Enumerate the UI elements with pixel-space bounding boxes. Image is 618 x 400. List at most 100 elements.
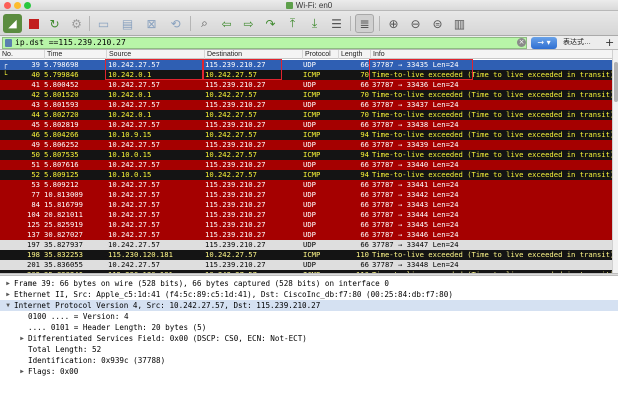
packet-row[interactable]: 43 5.801593 10.242.27.57 115.239.210.27 UDP 6… (0, 100, 612, 110)
detail-tree-item[interactable]: 0100 .... = Version: 4 (0, 311, 618, 322)
packet-list-scrollbar[interactable] (612, 50, 618, 273)
cell-proto: ICMP (303, 170, 321, 179)
scrollbar-thumb[interactable] (614, 62, 618, 102)
close-file-icon[interactable]: ⊠ (142, 14, 161, 33)
reload-file-icon[interactable]: ⟲ (166, 14, 185, 33)
packet-row[interactable]: 197 35.827937 10.242.27.57 115.239.210.27 UD… (0, 240, 612, 250)
first-packet-icon[interactable]: ⤒ (283, 14, 302, 33)
restart-capture-icon[interactable]: ↻ (45, 14, 64, 33)
packet-row[interactable]: 104 20.821011 10.242.27.57 115.239.210.27 UD… (0, 210, 612, 220)
cell-time: 15.816799 (44, 200, 83, 209)
detail-tree-item[interactable]: Total Length: 52 (0, 344, 618, 355)
packet-row[interactable]: 46 5.804266 10.10.9.15 10.242.27.57 ICMP 94 Ti… (0, 130, 612, 140)
packet-row[interactable]: ┌ 39 5.798698 10.242.27.57 115.239.210.27 UDP… (0, 60, 612, 70)
cell-time: 5.802819 (44, 120, 79, 129)
cell-src: 10.10.0.15 (108, 170, 152, 179)
detail-text: Identification: 0x939c (37788) (28, 356, 166, 365)
packet-row[interactable]: 41 5.800452 10.242.27.57 115.239.210.27 UDP 6… (0, 80, 612, 90)
packet-row[interactable]: └ 40 5.799846 10.242.0.1 10.242.27.57 ICMP 70 T… (0, 70, 612, 80)
go-to-packet-icon[interactable]: ↷ (261, 14, 280, 33)
detail-tree-item[interactable]: ▶ Ethernet II, Src: Apple_c5:1d:41 (f4:5c… (0, 289, 618, 300)
detail-tree-item[interactable]: ▶ Flags: 0x00 (0, 366, 618, 377)
bookmark-icon[interactable] (5, 39, 12, 47)
display-filter-bar: ip.dst ==115.239.210.27 × → ▾ 表达式… + (0, 36, 618, 50)
detail-tree-item[interactable]: ▶ Frame 39: 66 bytes on wire (528 bits), … (0, 278, 618, 289)
cell-time: 5.809212 (44, 180, 79, 189)
cell-proto: UDP (303, 60, 316, 69)
cell-src: 10.242.27.57 (108, 160, 160, 169)
collapsed-triangle-icon[interactable]: ▶ (4, 278, 12, 289)
title-bar: Wi-Fi: en0 (0, 0, 618, 11)
col-header-destination[interactable]: Destination (204, 50, 302, 59)
cell-dst: 115.239.210.27 (205, 80, 266, 89)
col-header-protocol[interactable]: Protocol (302, 50, 338, 59)
display-filter-input[interactable]: ip.dst ==115.239.210.27 (2, 37, 527, 49)
cell-info: 37787 → 33448 Len=24 (372, 260, 459, 269)
col-header-length[interactable]: Length (338, 50, 370, 59)
cell-proto: ICMP (303, 70, 321, 79)
expanded-triangle-icon[interactable]: ▼ (4, 300, 12, 311)
cell-info: 37787 → 33436 Len=24 (372, 80, 459, 89)
add-filter-button[interactable]: + (605, 36, 614, 50)
go-back-icon[interactable]: ⇦ (217, 14, 236, 33)
resize-columns-icon[interactable]: ▥ (450, 14, 469, 33)
cell-len: 70 (360, 70, 369, 79)
col-header-source[interactable]: Source (106, 50, 204, 59)
packet-row[interactable]: 201 35.836055 10.242.27.57 115.239.210.27 UD… (0, 260, 612, 270)
expression-button[interactable]: 表达式… (563, 37, 591, 49)
packet-row[interactable]: 50 5.807535 10.10.0.15 10.242.27.57 ICMP 94 Ti… (0, 150, 612, 160)
colorize-icon[interactable]: ≣ (355, 14, 374, 33)
detail-tree-item[interactable]: .... 0101 = Header Length: 20 bytes (5) (0, 322, 618, 333)
cell-info: 37787 → 33442 Len=24 (372, 190, 459, 199)
col-header-info[interactable]: Info (370, 50, 612, 59)
window-title: Wi-Fi: en0 (0, 0, 618, 11)
packet-row[interactable]: 125 25.825919 10.242.27.57 115.239.210.27 UD… (0, 220, 612, 230)
apply-filter-button[interactable]: → ▾ (531, 37, 557, 49)
col-header-no[interactable]: No. (0, 50, 44, 59)
cell-proto: UDP (303, 80, 316, 89)
autoscroll-icon[interactable]: ☰ (327, 14, 346, 33)
packet-row[interactable]: 45 5.802819 10.242.27.57 115.239.210.27 UDP 6… (0, 120, 612, 130)
last-packet-icon[interactable]: ⤓ (305, 14, 324, 33)
packet-row[interactable]: 198 35.832253 115.230.120.181 10.242.27.57 I… (0, 250, 612, 260)
cell-src: 10.242.27.57 (108, 210, 160, 219)
capture-options-icon[interactable]: ⚙ (67, 14, 86, 33)
cell-time: 5.807535 (44, 150, 79, 159)
cell-time: 5.802720 (44, 110, 79, 119)
cell-len: 66 (360, 260, 369, 269)
cell-proto: UDP (303, 260, 316, 269)
detail-tree-item[interactable]: ▶ Differentiated Services Field: 0x00 (DS… (0, 333, 618, 344)
cell-no: 77 (31, 190, 40, 199)
collapsed-triangle-icon[interactable]: ▶ (18, 333, 26, 344)
packet-row[interactable]: 52 5.809125 10.10.0.15 10.242.27.57 ICMP 94 Ti… (0, 170, 612, 180)
open-file-icon[interactable]: ▭ (94, 14, 113, 33)
cell-time: 35.827937 (44, 240, 83, 249)
find-packet-icon[interactable]: ⌕ (195, 14, 214, 33)
normal-size-icon[interactable]: ⊜ (428, 14, 447, 33)
cell-proto: UDP (303, 190, 316, 199)
start-capture-icon[interactable]: ◢ (3, 14, 22, 33)
cell-time: 5.801520 (44, 90, 79, 99)
cell-no: 52 (31, 170, 40, 179)
go-forward-icon[interactable]: ⇨ (239, 14, 258, 33)
save-file-icon[interactable]: ▤ (118, 14, 137, 33)
detail-tree-item[interactable]: Identification: 0x939c (37788) (0, 355, 618, 366)
packet-row[interactable]: 53 5.809212 10.242.27.57 115.239.210.27 UDP 6… (0, 180, 612, 190)
stop-capture-icon[interactable] (24, 14, 43, 33)
collapsed-triangle-icon[interactable]: ▶ (18, 366, 26, 377)
packet-row[interactable]: 77 10.813009 10.242.27.57 115.239.210.27 UDP… (0, 190, 612, 200)
packet-row[interactable]: 51 5.807616 10.242.27.57 115.239.210.27 UDP 6… (0, 160, 612, 170)
zoom-out-icon[interactable]: ⊖ (406, 14, 425, 33)
packet-row[interactable]: 49 5.806252 10.242.27.57 115.239.210.27 UDP 6… (0, 140, 612, 150)
packet-row[interactable]: 84 15.816799 10.242.27.57 115.239.210.27 UDP… (0, 200, 612, 210)
packet-row[interactable]: 42 5.801520 10.242.0.1 10.242.27.57 ICMP 70 Ti… (0, 90, 612, 100)
packet-row[interactable]: 44 5.802720 10.242.0.1 10.242.27.57 ICMP 70 Ti… (0, 110, 612, 120)
col-header-time[interactable]: Time (44, 50, 106, 59)
cell-info: 37787 → 33439 Len=24 (372, 140, 459, 149)
clear-filter-icon[interactable]: × (517, 38, 526, 47)
detail-tree-item[interactable]: ▼ Internet Protocol Version 4, Src: 10.24… (0, 300, 618, 311)
zoom-in-icon[interactable]: ⊕ (384, 14, 403, 33)
packet-row[interactable]: 137 30.827027 10.242.27.57 115.239.210.27 UD… (0, 230, 612, 240)
collapsed-triangle-icon[interactable]: ▶ (4, 289, 12, 300)
detail-text: Internet Protocol Version 4, Src: 10.242… (14, 301, 321, 310)
